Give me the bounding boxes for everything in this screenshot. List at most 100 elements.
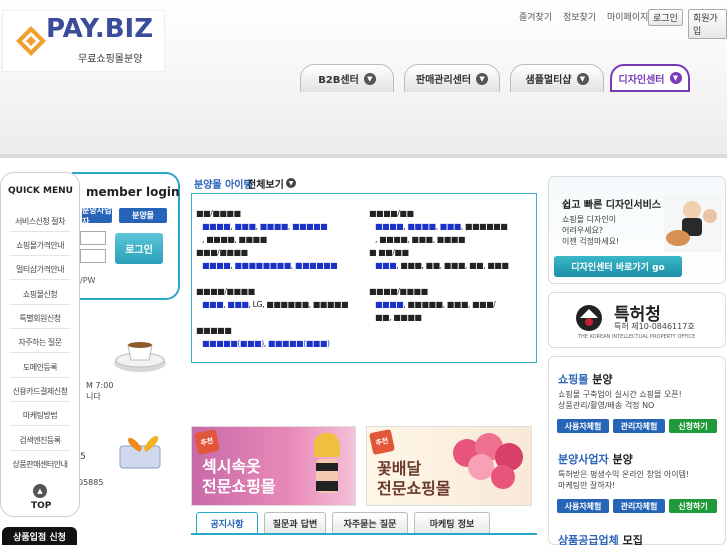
category-heading[interactable]: ■■/■■■■ bbox=[196, 209, 241, 218]
category-items[interactable]: ■■■■■(■■■), ■■■■■(■■■) bbox=[202, 339, 330, 348]
flower-mall-banner[interactable]: 추천 꽃배달 전문쇼핑몰 bbox=[366, 426, 532, 506]
quick-menu-item[interactable]: 검색엔진등록 bbox=[6, 435, 74, 446]
mall-title: 쇼핑몰 분양 bbox=[558, 371, 612, 387]
category-heading[interactable]: ■■■/■■■■ bbox=[196, 248, 248, 257]
pw-label: /PW bbox=[80, 276, 96, 285]
biz-text-line: 마케팅만 잘하자! bbox=[558, 481, 616, 490]
tab-notice[interactable]: 공지사항 bbox=[196, 512, 258, 534]
design-text-line: 쇼핑몰 디자인이 bbox=[562, 215, 617, 224]
coffee-cup-icon bbox=[114, 342, 166, 372]
category-title: 분양몰 아이템 bbox=[194, 180, 253, 191]
tab-sample-shop[interactable]: 샘플멀티샵 ▼ bbox=[510, 64, 604, 92]
tab-qna[interactable]: 질문과 답변 bbox=[264, 512, 326, 534]
category-items[interactable]: ■■■, ■■■, ■■, ■■■, ■■, ■■■ bbox=[375, 261, 509, 270]
quick-menu-item[interactable]: 특별회원신청 bbox=[6, 313, 74, 324]
member-login-button[interactable]: 로그인 bbox=[115, 233, 163, 264]
divider bbox=[10, 450, 70, 451]
divider bbox=[10, 304, 70, 305]
supply-title: 상품공급업체 모집 bbox=[558, 532, 643, 545]
tab-b2b[interactable]: B2B센터 ▼ bbox=[300, 64, 394, 92]
divider bbox=[10, 231, 70, 232]
tab-label: 샘플멀티샵 bbox=[525, 75, 572, 86]
top-label[interactable]: TOP bbox=[31, 501, 51, 511]
member-login-title: member login bbox=[86, 185, 180, 199]
tab-label: 판매관리센터 bbox=[415, 75, 472, 86]
mall-admin-demo-button[interactable]: 관리자체험 bbox=[613, 419, 665, 433]
divider bbox=[10, 279, 70, 280]
design-center-go-button[interactable]: 디자인센터 바로가기 go bbox=[554, 256, 682, 277]
quick-menu-item[interactable]: 쇼핑몰가격안내 bbox=[6, 240, 74, 251]
banner-title-line2: 전문쇼핑몰 bbox=[202, 477, 276, 496]
category-items[interactable]: ■■■■, ■■■, ■■■■, ■■■■■ bbox=[202, 222, 328, 231]
biz-title: 분양사업자 분양 bbox=[558, 451, 633, 467]
tab-sales-center[interactable]: 판매관리센터 ▼ bbox=[404, 64, 500, 92]
mall-apply-button[interactable]: 신청하기 bbox=[669, 419, 717, 433]
mall-login-tab[interactable]: 분양몰 bbox=[119, 208, 167, 223]
category-list-box bbox=[191, 193, 537, 363]
quick-menu-item[interactable]: 상품판매센터안내 bbox=[6, 459, 74, 470]
biz-admin-demo-button[interactable]: 관리자체험 bbox=[613, 499, 665, 513]
quick-menu-item[interactable]: 쇼핑몰신청 bbox=[6, 289, 74, 300]
biz-title-suffix: 분양 bbox=[612, 453, 633, 466]
password-input[interactable] bbox=[80, 249, 106, 263]
join-button[interactable]: 회원가입 bbox=[688, 9, 727, 39]
mall-description: 쇼핑몰 구축업이 실시간 쇼핑몰 오픈! 상품관리/활영/배송 걱정 NO bbox=[558, 389, 682, 411]
category-heading[interactable]: ■■■■/■■■■ bbox=[196, 287, 255, 296]
quick-menu-item[interactable]: 신용카드결제신청 bbox=[6, 386, 74, 397]
category-heading[interactable]: ■■■■/■■ bbox=[369, 209, 414, 218]
scroll-top-icon[interactable]: ▲ bbox=[33, 484, 47, 498]
category-items[interactable]: ■■■■, ■■■■, ■■■, ■■■■■■ bbox=[375, 222, 508, 231]
category-items[interactable]: ■■■■, ■■■■■■■■, ■■■■■■ bbox=[202, 261, 338, 270]
mall-user-demo-button[interactable]: 사용자체험 bbox=[557, 419, 609, 433]
quick-menu-item[interactable]: 서비스신청 절차 bbox=[6, 216, 74, 227]
category-items[interactable]: ■■■■, ■■■■■, ■■■, ■■■/ bbox=[375, 300, 496, 309]
quick-menu-item[interactable]: 자주하는 질문 bbox=[6, 337, 74, 348]
divider bbox=[10, 401, 70, 402]
product-entry-badge[interactable]: 상품입점 신청 bbox=[2, 527, 77, 545]
biz-text-line: 특허받은 평생수익 온라인 창업 아이템! bbox=[558, 470, 690, 479]
category-items[interactable]: ■■■, ■■■, LG, ■■■■■■, ■■■■■ bbox=[202, 300, 349, 309]
mall-title-text: 쇼핑몰 bbox=[558, 373, 589, 386]
cs-tel-partial: 05885 bbox=[78, 478, 104, 487]
info-link[interactable]: 정보찾기 bbox=[563, 10, 596, 24]
patent-office-logo-icon bbox=[576, 305, 602, 331]
biz-title-text: 분양사업자 bbox=[558, 453, 609, 466]
quick-menu-item[interactable]: 도메인등록 bbox=[6, 362, 74, 373]
category-items[interactable]: , ■■■■, ■■■, ■■■■ bbox=[375, 235, 465, 244]
quick-menu-item[interactable]: 멀티샵가격안내 bbox=[6, 264, 74, 275]
favorites-link[interactable]: 즐겨찾기 bbox=[519, 10, 552, 24]
cs-hours-line1: M 7:00 bbox=[86, 381, 114, 390]
chevron-down-icon: ▼ bbox=[576, 72, 589, 85]
header-divider bbox=[0, 154, 727, 158]
quick-menu-item[interactable]: 마케팅방법 bbox=[6, 410, 74, 421]
chevron-down-icon: ▼ bbox=[363, 72, 376, 85]
quick-menu-title: QUICK MENU bbox=[8, 186, 73, 196]
id-input[interactable] bbox=[80, 231, 106, 245]
mypage-link[interactable]: 마이페이지 bbox=[607, 10, 648, 24]
biz-user-demo-button[interactable]: 사용자체험 bbox=[557, 499, 609, 513]
cs-phone-partial: 5 bbox=[80, 452, 86, 462]
banner-title-line1: 섹시속옷 bbox=[202, 457, 261, 476]
tab-marketing[interactable]: 마케팅 정보 bbox=[414, 512, 490, 534]
recommend-ribbon: 추천 bbox=[193, 428, 221, 456]
tab-design-center[interactable]: 디자인센터 ▼ bbox=[610, 64, 690, 92]
model-figure-icon bbox=[314, 433, 340, 493]
biz-apply-button[interactable]: 신청하기 bbox=[669, 499, 717, 513]
biz-description: 특허받은 평생수익 온라인 창업 아이템! 마케팅만 잘하자! bbox=[558, 469, 689, 491]
biz-login-tab[interactable]: 분양사업자 bbox=[82, 206, 112, 226]
chevron-down-icon[interactable]: ▼ bbox=[286, 178, 296, 188]
category-heading[interactable]: ■■■■■ bbox=[196, 326, 232, 335]
supply-title-text: 상품공급업체 bbox=[558, 534, 619, 545]
tab-label: 디자인센터 bbox=[618, 74, 665, 86]
category-items[interactable]: , ■■■■, ■■■■ bbox=[202, 235, 267, 244]
lingerie-mall-banner[interactable]: 추천 섹시속옷 전문쇼핑몰 bbox=[191, 426, 356, 506]
view-all-link[interactable]: 전체보기 bbox=[247, 176, 284, 191]
design-text-line: 어려우세요? bbox=[562, 226, 604, 235]
category-items[interactable]: ■■, ■■■■ bbox=[375, 313, 422, 322]
tab-faq[interactable]: 자주묻는 질문 bbox=[332, 512, 408, 534]
category-heading[interactable]: ■ ■■/■■ bbox=[369, 248, 409, 257]
mall-title-suffix: 분양 bbox=[592, 373, 613, 386]
divider bbox=[10, 255, 70, 256]
category-heading[interactable]: ■■■■/■■■■ bbox=[369, 287, 428, 296]
login-button[interactable]: 로그인 bbox=[648, 9, 683, 26]
